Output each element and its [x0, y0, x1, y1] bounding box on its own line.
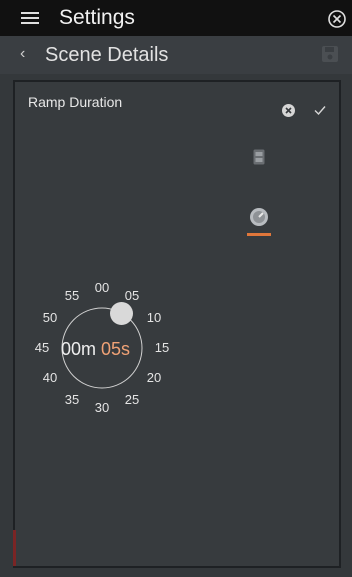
dial-handle[interactable]	[110, 302, 133, 325]
app-title: Settings	[59, 6, 135, 29]
checkmark-icon[interactable]	[313, 103, 327, 117]
back-chevron-icon[interactable]: ‹	[20, 45, 25, 63]
device-icon[interactable]	[253, 149, 265, 165]
dial-icon[interactable]	[249, 207, 269, 227]
dial-tick-20[interactable]: 20	[147, 371, 161, 385]
cancel-x-icon[interactable]	[282, 104, 295, 117]
dial-tick-15[interactable]: 15	[155, 341, 169, 355]
dial-tick-55[interactable]: 55	[65, 289, 79, 303]
dial-tick-35[interactable]: 35	[65, 392, 79, 407]
dial-tick-10[interactable]: 10	[147, 311, 161, 325]
dial-tick-25[interactable]: 25	[125, 392, 139, 407]
selected-mode-indicator	[247, 233, 271, 236]
scene-details-header: ‹ Scene Details	[0, 36, 352, 74]
dial-tick-05[interactable]: 05	[125, 289, 139, 303]
panel-edge-marker	[13, 530, 16, 566]
dial-tick-30[interactable]: 30	[95, 401, 109, 415]
time-seconds: 05s	[101, 339, 131, 359]
dial-tick-40[interactable]: 40	[43, 371, 57, 385]
top-app-bar: Settings	[0, 0, 352, 36]
dialog-title: Ramp Duration	[28, 94, 123, 110]
close-circle-icon[interactable]	[327, 9, 347, 29]
hamburger-menu-icon[interactable]	[21, 12, 39, 25]
dial-tick-45[interactable]: 45	[35, 341, 49, 355]
dial-tick-50[interactable]: 50	[43, 311, 57, 325]
ramp-duration-dialog	[13, 80, 341, 568]
time-readout: 00m 05s	[61, 338, 130, 360]
page-title: Scene Details	[45, 44, 169, 66]
time-minutes: 00m	[61, 339, 97, 359]
dial-tick-00[interactable]: 00	[95, 281, 109, 295]
save-icon[interactable]	[321, 45, 339, 63]
